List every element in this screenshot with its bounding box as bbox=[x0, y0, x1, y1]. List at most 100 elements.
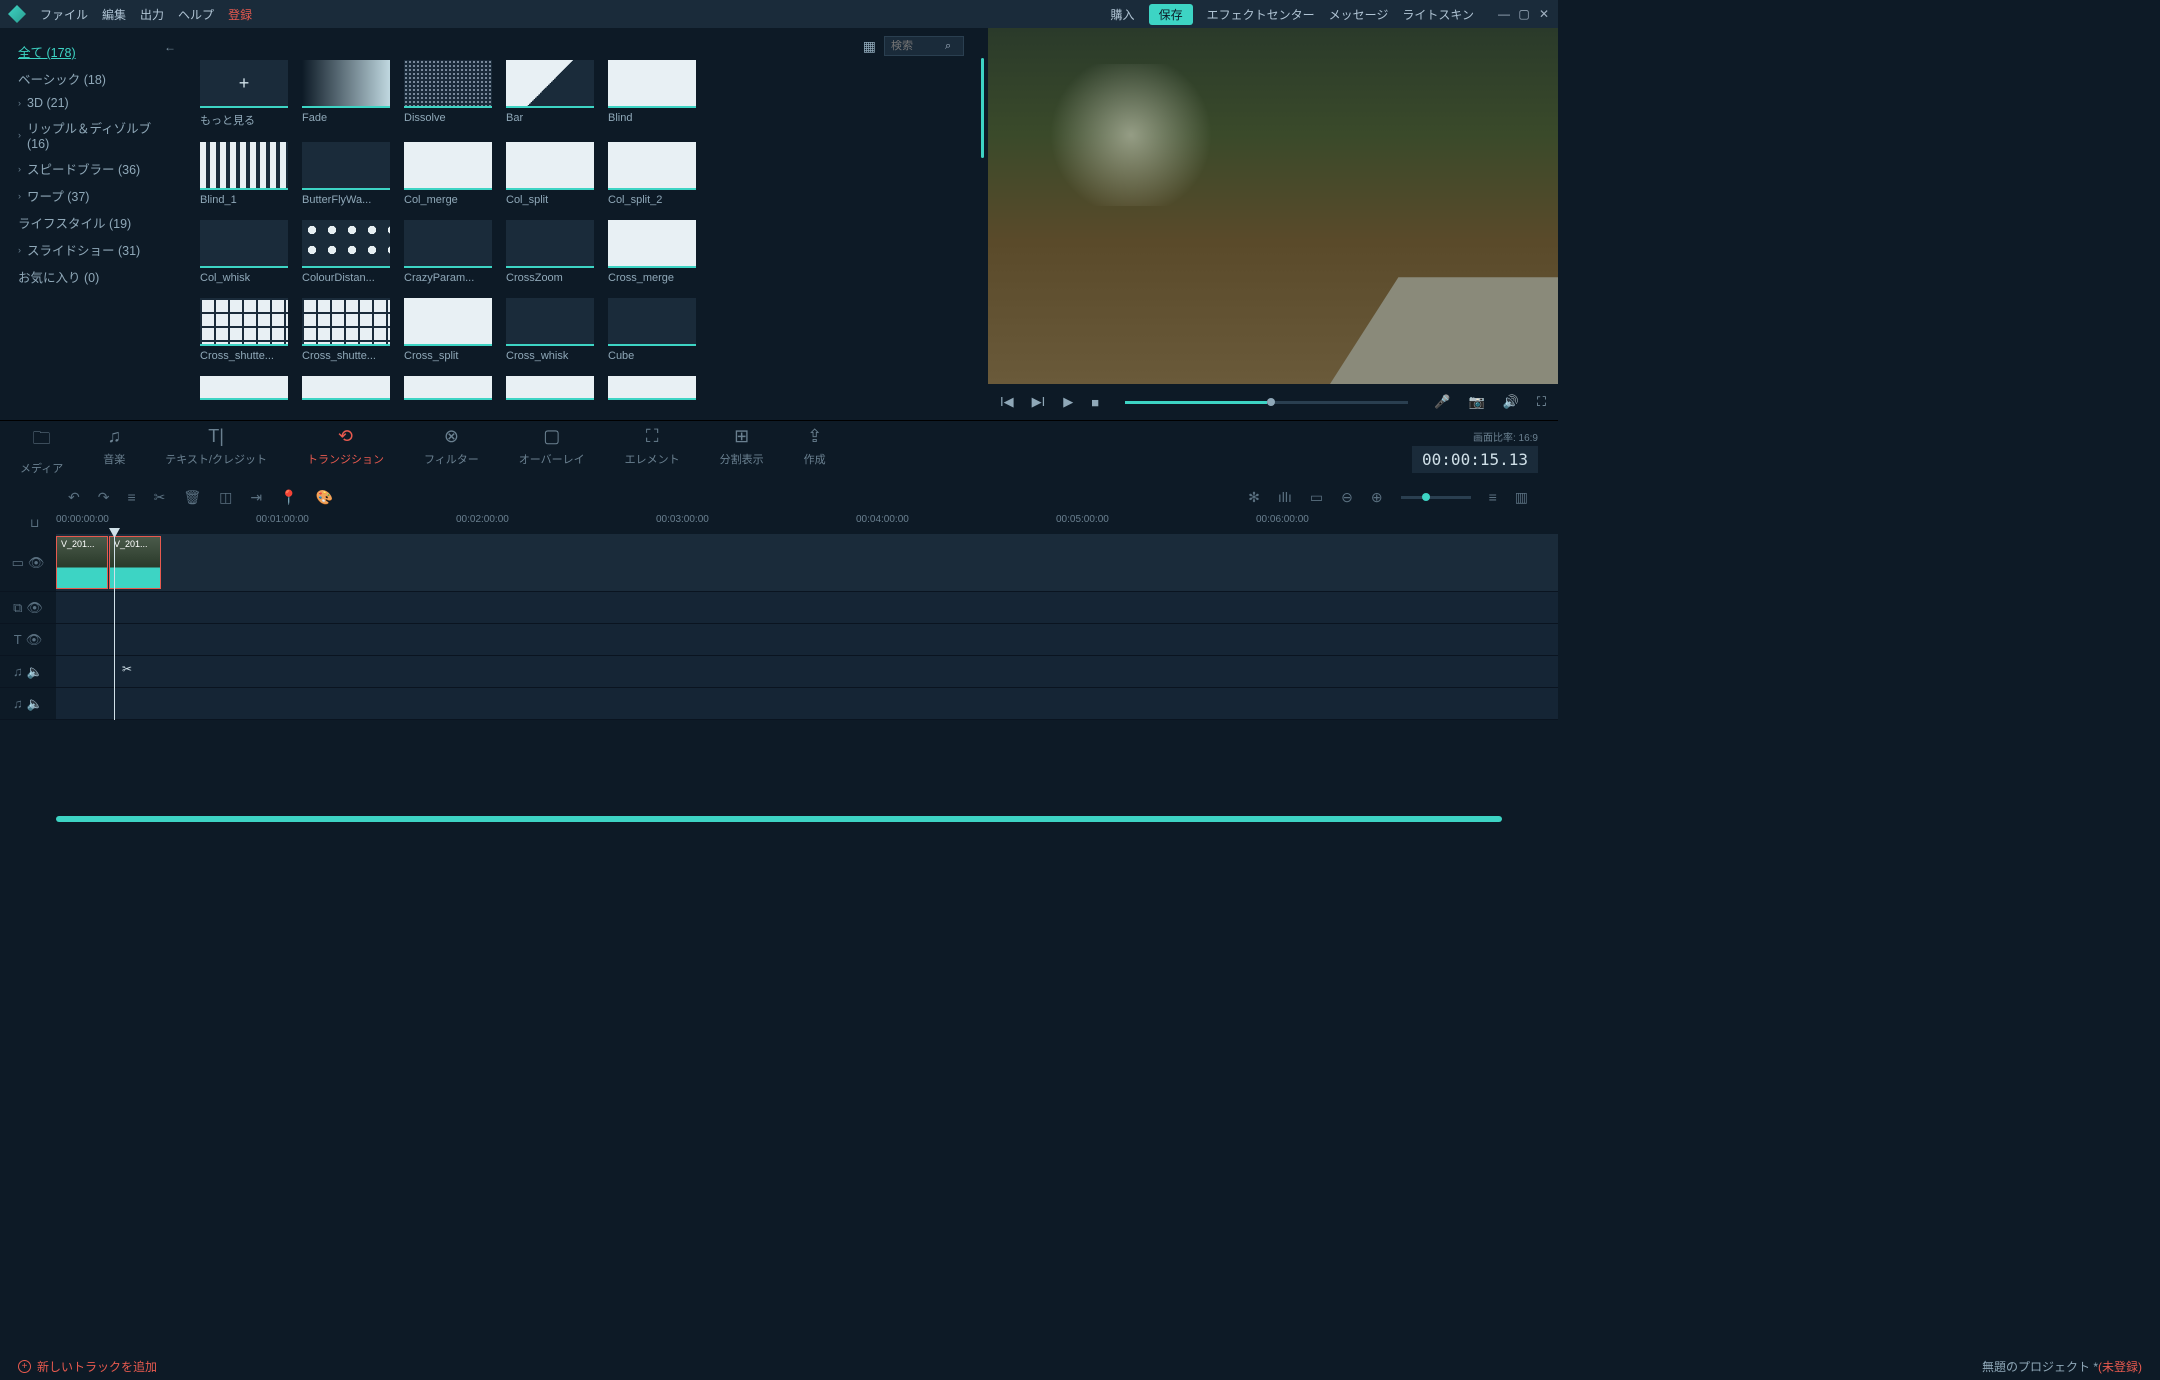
menu-help[interactable]: ヘルプ bbox=[178, 6, 214, 23]
menu-output[interactable]: 出力 bbox=[140, 6, 164, 23]
tab-4[interactable]: ⊗フィルター bbox=[424, 426, 479, 476]
next-frame-icon[interactable]: ▶I bbox=[1032, 394, 1046, 410]
transition-tile[interactable]: Col_whisk bbox=[200, 220, 288, 284]
delete-icon[interactable]: 🗑 bbox=[183, 489, 201, 506]
sidebar-item-6[interactable]: ライフスタイル (19) bbox=[0, 209, 186, 236]
menu-buy[interactable]: 購入 bbox=[1111, 6, 1135, 23]
edit-tool-icon[interactable]: ≡ bbox=[127, 489, 135, 505]
zoom-in-icon[interactable]: ⊕ bbox=[1371, 489, 1383, 506]
speaker-icon[interactable]: 🔈 bbox=[27, 664, 43, 680]
minimize-icon[interactable]: — bbox=[1498, 7, 1510, 21]
video-clip[interactable]: V_201... bbox=[56, 536, 108, 589]
menu-effect-center[interactable]: エフェクトセンター bbox=[1207, 6, 1315, 23]
transition-tile[interactable] bbox=[302, 376, 390, 400]
tab-8[interactable]: ⇪作成 bbox=[804, 426, 826, 476]
transition-tile[interactable] bbox=[608, 376, 696, 400]
transition-tile[interactable]: CrazyParam... bbox=[404, 220, 492, 284]
sidebar-item-8[interactable]: お気に入り (0) bbox=[0, 263, 186, 290]
maximize-icon[interactable]: ▢ bbox=[1518, 7, 1530, 21]
text-track[interactable]: T👁 bbox=[0, 624, 1558, 656]
transition-tile[interactable]: Cube bbox=[608, 298, 696, 362]
transition-tile[interactable] bbox=[200, 376, 288, 400]
transition-tile[interactable]: CrossZoom bbox=[506, 220, 594, 284]
sidebar-item-2[interactable]: ›3D (21) bbox=[0, 92, 186, 114]
transition-tile[interactable]: Cross_merge bbox=[608, 220, 696, 284]
search-box[interactable]: ⌕ bbox=[884, 36, 964, 56]
tab-2[interactable]: T|テキスト/クレジット bbox=[165, 426, 267, 476]
transition-tile[interactable]: Blind bbox=[608, 60, 696, 128]
snap-icon[interactable]: ✻ bbox=[1248, 489, 1260, 506]
transition-tile[interactable]: Col_merge bbox=[404, 142, 492, 206]
transition-tile[interactable]: ButterFlyWa... bbox=[302, 142, 390, 206]
fullscreen-icon[interactable]: ⛶ bbox=[1537, 394, 1546, 410]
grid-view-icon[interactable]: ▦ bbox=[863, 38, 876, 55]
color-icon[interactable]: 🎨 bbox=[316, 489, 333, 506]
sidebar-item-4[interactable]: ›スピードブラー (36) bbox=[0, 155, 186, 182]
sidebar-item-0[interactable]: 全て (178) bbox=[0, 38, 186, 65]
eye-icon[interactable]: 👁 bbox=[28, 555, 45, 571]
transition-tile[interactable]: Fade bbox=[302, 60, 390, 128]
magnet-icon[interactable]: ⊔ bbox=[30, 516, 39, 530]
mic-icon[interactable]: 🎤 bbox=[1434, 394, 1450, 410]
speaker-icon[interactable]: 🔈 bbox=[27, 696, 43, 712]
tab-3[interactable]: ⟲トランジション bbox=[307, 426, 384, 476]
snapshot-icon[interactable]: 📷 bbox=[1469, 394, 1485, 410]
tab-5[interactable]: ▢オーバーレイ bbox=[519, 426, 585, 476]
zoom-slider[interactable] bbox=[1401, 496, 1471, 499]
sidebar-item-5[interactable]: ›ワープ (37) bbox=[0, 182, 186, 209]
search-input[interactable] bbox=[891, 40, 941, 52]
play-icon[interactable]: ▶ bbox=[1063, 394, 1073, 410]
list-icon[interactable]: ≡ bbox=[1489, 489, 1497, 505]
transition-tile[interactable]: Col_split bbox=[506, 142, 594, 206]
transition-tile[interactable]: Dissolve bbox=[404, 60, 492, 128]
tab-7[interactable]: ⊞分割表示 bbox=[720, 426, 764, 476]
video-clip[interactable]: V_201... bbox=[109, 536, 161, 589]
add-track-button[interactable]: + 新しいトラックを追加 bbox=[18, 1358, 157, 1375]
audio-track-2[interactable]: ♫🔈 bbox=[0, 688, 1558, 720]
preview-progress[interactable] bbox=[1125, 401, 1408, 404]
transition-tile[interactable]: Cross_shutte... bbox=[302, 298, 390, 362]
tab-1[interactable]: ♫音楽 bbox=[103, 426, 125, 476]
video-track[interactable]: ▭👁 V_201...V_201... bbox=[0, 534, 1558, 592]
timeline-hscroll[interactable] bbox=[56, 816, 1502, 822]
redo-icon[interactable]: ↷ bbox=[98, 489, 110, 506]
export-frame-icon[interactable]: ⇥ bbox=[250, 489, 262, 506]
sidebar-back-icon[interactable]: ← bbox=[164, 40, 176, 54]
menu-register[interactable]: 登録 bbox=[228, 6, 252, 23]
menu-edit[interactable]: 編集 bbox=[102, 6, 126, 23]
transition-tile[interactable]: Cross_shutte... bbox=[200, 298, 288, 362]
transition-tile[interactable]: Cross_whisk bbox=[506, 298, 594, 362]
pin-icon[interactable]: 📍 bbox=[280, 489, 297, 506]
transition-tile[interactable] bbox=[506, 376, 594, 400]
save-button[interactable]: 保存 bbox=[1149, 4, 1193, 25]
volume-icon[interactable]: 🔊 bbox=[1503, 394, 1519, 410]
sidebar-item-3[interactable]: ›リップル＆ディゾルブ (16) bbox=[0, 114, 186, 155]
sidebar-item-1[interactable]: ベーシック (18) bbox=[0, 65, 186, 92]
close-icon[interactable]: ✕ bbox=[1538, 7, 1550, 21]
transition-tile[interactable]: +もっと見る bbox=[200, 60, 288, 128]
prev-frame-icon[interactable]: I◀ bbox=[1000, 394, 1014, 410]
stop-icon[interactable]: ■ bbox=[1091, 395, 1099, 410]
playhead[interactable] bbox=[114, 534, 115, 720]
transition-tile[interactable]: Blind_1 bbox=[200, 142, 288, 206]
transition-tile[interactable] bbox=[404, 376, 492, 400]
menu-light-skin[interactable]: ライトスキン bbox=[1402, 6, 1474, 23]
eye-icon[interactable]: 👁 bbox=[26, 632, 43, 648]
browser-scrollbar[interactable] bbox=[981, 58, 984, 158]
transition-tile[interactable]: Bar bbox=[506, 60, 594, 128]
crop-icon[interactable]: ◫ bbox=[219, 489, 232, 506]
eye-icon[interactable]: 👁 bbox=[26, 600, 43, 616]
overlay-track[interactable]: ⧉👁 bbox=[0, 592, 1558, 624]
cut-icon[interactable]: ✂ bbox=[154, 489, 166, 506]
tab-0[interactable]: 🗀メディア bbox=[20, 426, 63, 476]
sidebar-item-7[interactable]: ›スライドショー (31) bbox=[0, 236, 186, 263]
fit-icon[interactable]: ▥ bbox=[1515, 489, 1528, 506]
menu-message[interactable]: メッセージ bbox=[1329, 6, 1389, 23]
audio-track-1[interactable]: ♫🔈 ✂ bbox=[0, 656, 1558, 688]
audio-tool-icon[interactable]: ıllı bbox=[1278, 489, 1292, 505]
tab-6[interactable]: ⛶エレメント bbox=[625, 426, 680, 476]
transition-tile[interactable]: Col_split_2 bbox=[608, 142, 696, 206]
transition-tile[interactable]: Cross_split bbox=[404, 298, 492, 362]
timeline-ruler[interactable]: ⊔ 00:00:00:0000:01:00:0000:02:00:0000:03… bbox=[0, 514, 1558, 534]
undo-icon[interactable]: ↶ bbox=[68, 489, 80, 506]
